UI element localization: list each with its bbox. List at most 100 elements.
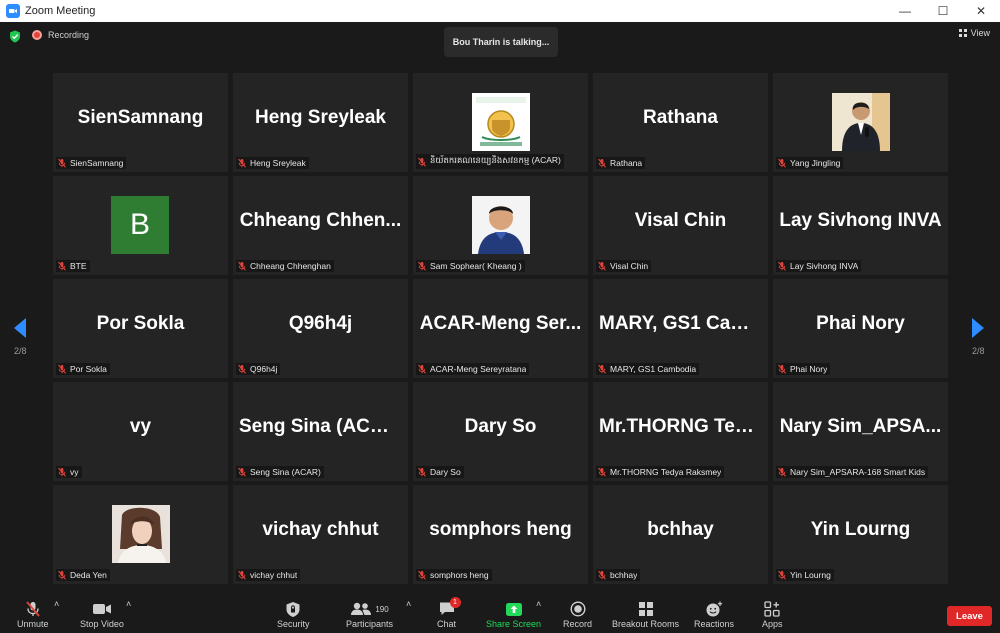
participant-display-name: bchhay xyxy=(647,519,714,540)
video-camera-icon xyxy=(92,599,112,619)
participant-tile[interactable]: Phai Nory Phai Nory xyxy=(773,279,948,378)
breakout-rooms-button[interactable]: Breakout Rooms xyxy=(612,599,679,629)
participants-button[interactable]: 190 Participants xyxy=(346,599,393,629)
participant-tile[interactable]: Deda Yen xyxy=(53,485,228,584)
recording-dot-icon xyxy=(32,30,42,40)
video-options-chevron-icon[interactable]: ˄ xyxy=(126,599,131,609)
participant-display-name: SienSamnang xyxy=(77,107,204,128)
previous-page-button[interactable]: 2/8 xyxy=(14,318,27,356)
participant-name: Nary Sim_APSARA-168 Smart Kids xyxy=(790,467,926,477)
maximize-button[interactable]: ☐ xyxy=(924,0,962,22)
next-page-button[interactable]: 2/8 xyxy=(972,318,985,356)
microphone-muted-icon xyxy=(778,364,786,374)
participant-tile[interactable]: Sam Sophear( Kheang ) xyxy=(413,176,588,275)
breakout-rooms-label: Breakout Rooms xyxy=(612,619,680,629)
page-indicator-right: 2/8 xyxy=(972,346,985,356)
share-options-chevron-icon[interactable]: ˄ xyxy=(536,599,541,609)
record-button[interactable]: Record xyxy=(563,599,592,629)
participant-tile[interactable]: Nary Sim_APSA... Nary Sim_APSARA-168 Smar… xyxy=(773,382,948,481)
participant-tile[interactable]: Seng Sina (ACAR) Seng Sina (ACAR) xyxy=(233,382,408,481)
view-label: View xyxy=(970,28,990,38)
participant-name: Por Sokla xyxy=(70,364,107,374)
chat-button[interactable]: 1 Chat xyxy=(437,597,461,629)
participant-display-name: Phai Nory xyxy=(816,313,905,334)
participant-display-name: Rathana xyxy=(643,107,718,128)
participant-name: MARY, GS1 Cambodia xyxy=(610,364,697,374)
participants-options-chevron-icon[interactable]: ˄ xyxy=(406,599,411,609)
microphone-muted-icon xyxy=(58,467,66,477)
microphone-muted-icon xyxy=(598,364,606,374)
unmute-button[interactable]: Unmute xyxy=(17,599,49,629)
participant-name-label: Mr.THORNG Tedya Raksmey xyxy=(596,466,725,478)
participants-icon xyxy=(351,602,372,615)
participant-name-label: somphors heng xyxy=(416,569,492,581)
microphone-muted-icon xyxy=(778,467,786,477)
participant-tile[interactable]: Visal Chin Visal Chin xyxy=(593,176,768,275)
recording-indicator[interactable]: Recording xyxy=(32,30,89,40)
participant-tile[interactable]: MARY, GS1 Cam... MARY, GS1 Cambodia xyxy=(593,279,768,378)
close-button[interactable]: ✕ xyxy=(962,0,1000,22)
microphone-muted-icon xyxy=(238,261,246,271)
participant-tile[interactable]: Por Sokla Por Sokla xyxy=(53,279,228,378)
participant-name: Seng Sina (ACAR) xyxy=(250,467,321,477)
breakout-rooms-icon xyxy=(638,599,654,619)
chat-label: Chat xyxy=(437,619,457,629)
participant-tile[interactable]: B BTE xyxy=(53,176,228,275)
participant-name: និយ័តករគណនេយ្យនិងសវនកម្ម (ACAR) xyxy=(430,155,561,165)
participant-name-label: Lay Sivhong INVA xyxy=(776,260,862,272)
participants-label: Participants xyxy=(346,619,394,629)
stop-video-button[interactable]: Stop Video xyxy=(80,599,124,629)
participant-tile[interactable]: Rathana Rathana xyxy=(593,73,768,172)
share-screen-label: Share Screen xyxy=(486,619,542,629)
unmute-label: Unmute xyxy=(17,619,49,629)
microphone-muted-icon xyxy=(418,157,426,167)
audio-options-chevron-icon[interactable]: ˄ xyxy=(54,599,59,609)
minimize-button[interactable]: — xyxy=(886,0,924,22)
participant-name-label: Chheang Chhenghan xyxy=(236,260,334,272)
participant-tile[interactable]: Q96h4j Q96h4j xyxy=(233,279,408,378)
participant-name-label: Sam Sophear( Kheang ) xyxy=(416,260,525,272)
participant-tile[interactable]: SienSamnang SienSamnang xyxy=(53,73,228,172)
participant-tile[interactable]: Heng Sreyleak Heng Sreyleak xyxy=(233,73,408,172)
participant-name-label: Dary So xyxy=(416,466,464,478)
microphone-muted-icon xyxy=(598,261,606,271)
participant-name: vichay chhut xyxy=(250,570,298,580)
participant-tile[interactable]: ACAR-Meng Ser... ACAR-Meng Sereyratana xyxy=(413,279,588,378)
participant-tile[interactable]: និយ័តករគណនេយ្យនិងសវនកម្ម (ACAR) xyxy=(413,73,588,172)
reactions-button[interactable]: Reactions xyxy=(694,599,734,629)
participant-tile[interactable]: bchhay bchhay xyxy=(593,485,768,584)
share-screen-icon xyxy=(505,599,523,619)
participant-name: Heng Sreyleak xyxy=(250,158,306,168)
participant-name-label: BTE xyxy=(56,260,90,272)
participant-name: Q96h4j xyxy=(250,364,278,374)
participant-display-name: Dary So xyxy=(464,416,537,437)
participant-photo xyxy=(112,505,170,563)
security-button[interactable]: Security xyxy=(277,599,310,629)
security-shield-icon[interactable] xyxy=(9,30,21,43)
participant-tile[interactable]: Dary So Dary So xyxy=(413,382,588,481)
grid-view-icon xyxy=(958,29,967,37)
participant-name: somphors heng xyxy=(430,570,489,580)
view-button[interactable]: View xyxy=(958,28,990,38)
active-speaker-banner: Bou Tharin is talking... xyxy=(444,27,558,57)
participant-tile[interactable]: Chheang Chhen... Chheang Chhenghan xyxy=(233,176,408,275)
participant-tile[interactable]: vichay chhut vichay chhut xyxy=(233,485,408,584)
participant-tile[interactable]: Yin Lourng Yin Lourng xyxy=(773,485,948,584)
participant-name-label: Phai Nory xyxy=(776,363,831,375)
participant-name: Visal Chin xyxy=(610,261,649,271)
microphone-muted-icon xyxy=(238,570,246,580)
leave-button[interactable]: Leave xyxy=(947,606,992,626)
microphone-muted-icon xyxy=(238,467,246,477)
participant-name: vy xyxy=(70,467,79,477)
participant-tile[interactable]: Lay Sivhong INVA Lay Sivhong INVA xyxy=(773,176,948,275)
participant-tile[interactable]: somphors heng somphors heng xyxy=(413,485,588,584)
share-screen-button[interactable]: Share Screen xyxy=(486,599,541,629)
participant-tile[interactable]: vy vy xyxy=(53,382,228,481)
participant-name: Mr.THORNG Tedya Raksmey xyxy=(610,467,722,477)
apps-button[interactable]: Apps xyxy=(762,599,783,629)
participant-name: Yin Lourng xyxy=(790,570,831,580)
participant-tile[interactable]: Mr.THORNG Ted... Mr.THORNG Tedya Raksmey xyxy=(593,382,768,481)
participant-tile[interactable]: Yang Jingling xyxy=(773,73,948,172)
participants-count: 190 xyxy=(375,604,389,614)
window-titlebar: Zoom Meeting — ☐ ✕ xyxy=(0,0,1000,22)
